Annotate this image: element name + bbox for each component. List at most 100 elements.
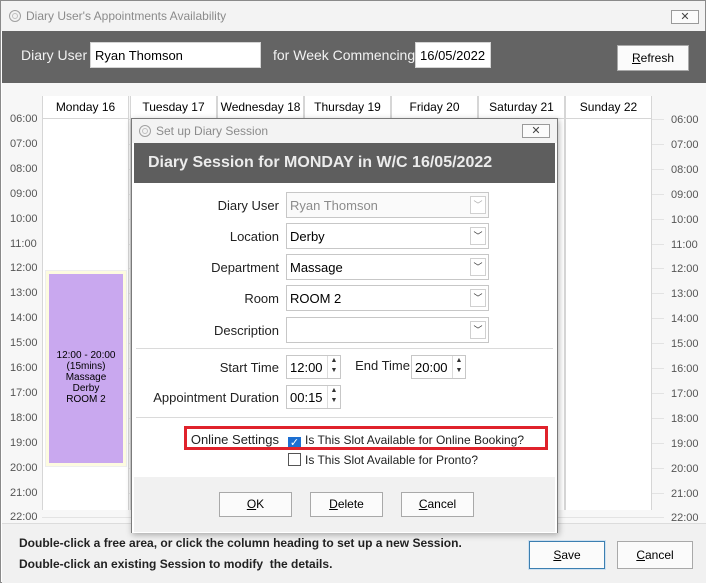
time-label: 15:00	[671, 338, 699, 351]
time-label: 17:00	[10, 386, 38, 399]
time-label: 09:00	[10, 187, 38, 200]
session-room: ROOM 2	[66, 394, 106, 405]
dialog-logo-icon	[139, 125, 151, 137]
time-label: 10:00	[671, 213, 699, 226]
pronto-checkbox-row[interactable]: Is This Slot Available for Pronto?	[288, 453, 478, 467]
window-close-button[interactable]: ✕	[671, 10, 699, 24]
chevron-down-icon[interactable]: ﹀	[470, 258, 486, 276]
chevron-down-icon: ﹀	[470, 196, 486, 214]
day-heading[interactable]: Saturday 21	[479, 96, 564, 119]
dialog-close-button[interactable]: ✕	[522, 124, 550, 138]
location-select[interactable]: Derby ﹀	[286, 223, 489, 249]
chevron-down-icon[interactable]: ﹀	[470, 321, 486, 339]
time-label: 13:00	[10, 287, 38, 300]
start-time-label: Start Time	[219, 360, 279, 375]
session-time: 12:00 - 20:00	[56, 350, 116, 361]
day-heading[interactable]: Tuesday 17	[131, 96, 216, 119]
day-heading[interactable]: Thursday 19	[305, 96, 390, 119]
app-logo-icon	[9, 10, 21, 22]
time-label: 17:00	[671, 387, 699, 400]
save-button[interactable]: Save	[528, 540, 606, 570]
time-label: 21:00	[671, 487, 699, 500]
time-label: 22:00	[10, 511, 38, 524]
time-label: 19:00	[10, 436, 38, 449]
time-label: 21:00	[10, 486, 38, 499]
dialog-footer: OK Delete Cancel	[134, 477, 555, 532]
divider	[136, 348, 553, 349]
time-label: 18:00	[10, 411, 38, 424]
chevron-down-icon[interactable]: ﹀	[470, 289, 486, 307]
time-label: 19:00	[671, 437, 699, 450]
time-label: 11:00	[10, 237, 37, 250]
refresh-button[interactable]: Refresh	[617, 45, 689, 71]
time-label: 12:00	[671, 263, 699, 276]
time-label: 14:00	[10, 312, 38, 325]
delete-button[interactable]: Delete	[310, 492, 383, 517]
dialog-cancel-button[interactable]: Cancel	[401, 492, 474, 517]
stepper-arrows-icon[interactable]: ▲ ▼	[327, 356, 340, 378]
session-department: Massage	[65, 372, 107, 383]
time-label: 12:00	[10, 262, 38, 275]
start-time-stepper[interactable]: 12:00 ▲ ▼	[286, 355, 341, 379]
dialog-title: Set up Diary Session	[156, 124, 269, 138]
diary-user-label: Diary User	[21, 47, 88, 63]
week-commencing-label: for Week Commencing	[273, 47, 416, 63]
time-label: 09:00	[671, 188, 699, 201]
appointment-duration-stepper[interactable]: 00:15 ▲ ▼	[286, 385, 341, 409]
diary-user-input[interactable]: Ryan Thomson	[90, 42, 261, 68]
diary-session-dialog: Set up Diary Session ✕ Diary Session for…	[131, 118, 558, 533]
day-column[interactable]: Sunday 22	[565, 96, 652, 510]
department-select[interactable]: Massage ﹀	[286, 254, 489, 280]
day-heading[interactable]: Monday 16	[43, 96, 128, 119]
dialog-titlebar: Set up Diary Session ✕	[132, 119, 557, 143]
diary-user-field-label: Diary User	[217, 198, 279, 213]
time-label: 11:00	[671, 238, 698, 251]
stepper-arrows-icon[interactable]: ▲ ▼	[452, 356, 465, 378]
session-location: Derby	[72, 383, 100, 394]
diary-user-select: Ryan Thomson ﹀	[286, 192, 489, 218]
time-label: 15:00	[10, 337, 38, 350]
main-titlebar: Diary User's Appointments Availability ✕	[1, 1, 705, 31]
close-icon: ✕	[680, 11, 690, 23]
pronto-label: Is This Slot Available for Pronto?	[305, 453, 478, 467]
room-select[interactable]: ROOM 2 ﹀	[286, 285, 489, 311]
time-label: 13:00	[671, 288, 699, 301]
day-heading[interactable]: Friday 20	[392, 96, 477, 119]
dialog-heading: Diary Session for MONDAY in W/C 16/05/20…	[134, 143, 555, 183]
room-label: Room	[244, 291, 279, 306]
location-label: Location	[229, 229, 279, 244]
time-label: 07:00	[671, 138, 699, 151]
header-bar: Diary User Ryan Thomson for Week Commenc…	[2, 31, 706, 83]
chevron-down-icon[interactable]: ﹀	[470, 227, 486, 245]
ok-button[interactable]: OK	[219, 492, 292, 517]
divider	[136, 417, 553, 418]
time-label: 07:00	[10, 137, 38, 150]
department-label: Department	[211, 260, 279, 275]
description-select[interactable]: ﹀	[286, 317, 489, 343]
time-label: 06:00	[10, 113, 38, 125]
footer-hint-modify: Double-click an existing Session to modi…	[19, 557, 333, 571]
session-duration: (15mins)	[66, 361, 106, 372]
end-time-label: End Time	[355, 358, 410, 373]
diary-session-block[interactable]: 12:00 - 20:00 (15mins) Massage Derby ROO…	[45, 270, 127, 467]
week-commencing-input[interactable]: 16/05/2022	[415, 42, 491, 68]
window-title: Diary User's Appointments Availability	[26, 9, 227, 23]
appointment-duration-label: Appointment Duration	[153, 390, 279, 405]
description-label: Description	[213, 323, 279, 338]
time-label: 20:00	[671, 462, 699, 475]
time-label: 06:00	[671, 114, 699, 126]
close-icon: ✕	[531, 125, 541, 137]
time-label: 10:00	[10, 212, 38, 225]
time-label: 20:00	[10, 461, 38, 474]
cancel-button[interactable]: Cancel	[617, 541, 693, 569]
time-label: 14:00	[671, 313, 699, 326]
time-label: 08:00	[10, 162, 38, 175]
day-heading[interactable]: Sunday 22	[566, 96, 651, 119]
day-heading[interactable]: Wednesday 18	[218, 96, 303, 119]
stepper-arrows-icon[interactable]: ▲ ▼	[327, 386, 340, 408]
time-label: 08:00	[671, 163, 699, 176]
pronto-checkbox[interactable]	[288, 453, 301, 466]
time-label: 16:00	[10, 362, 38, 374]
time-label: 16:00	[671, 363, 699, 375]
end-time-stepper[interactable]: 20:00 ▲ ▼	[411, 355, 466, 379]
